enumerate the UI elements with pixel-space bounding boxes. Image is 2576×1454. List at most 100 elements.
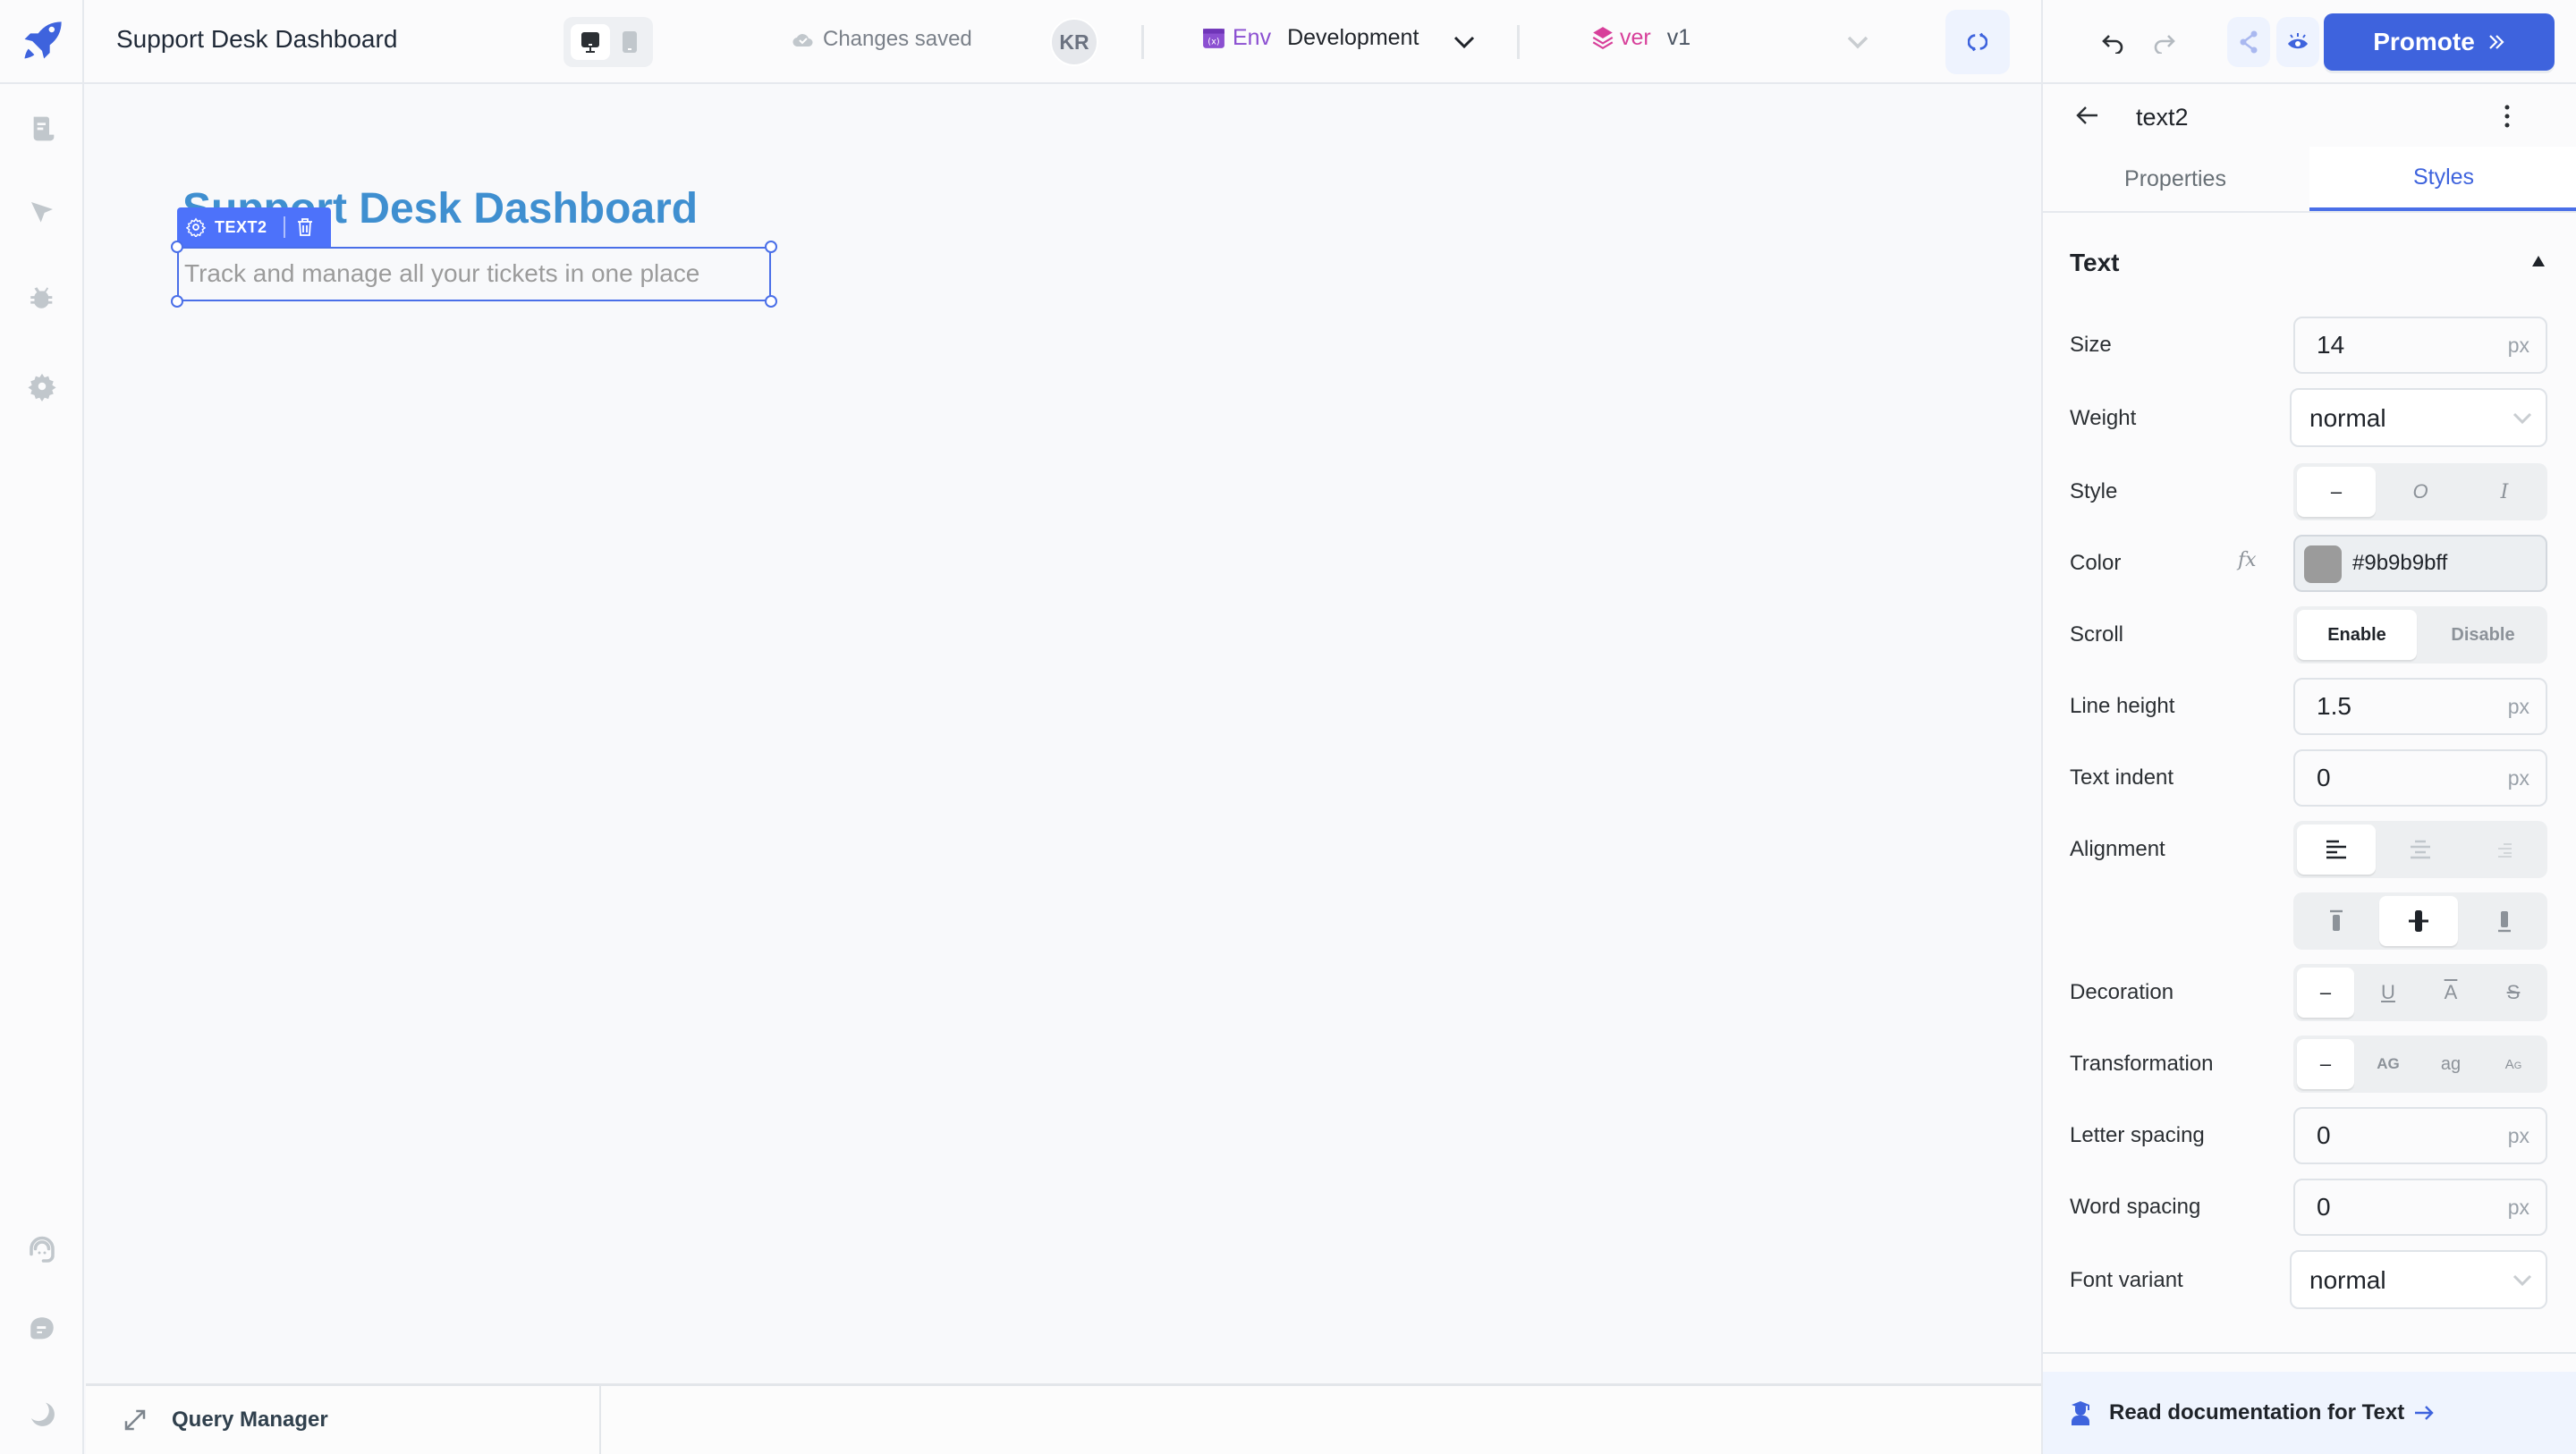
refresh-icon <box>1968 32 1987 52</box>
tag-separator <box>283 216 285 238</box>
tab-properties[interactable]: Properties <box>2043 147 2308 211</box>
chevron-down-icon <box>2512 1274 2532 1287</box>
arrow-right-icon <box>2415 1406 2434 1420</box>
align-bottom-button[interactable] <box>2465 896 2544 946</box>
sidebar-item-comments[interactable] <box>24 1311 60 1347</box>
style-option-italic[interactable]: I <box>2465 467 2544 517</box>
align-left-icon <box>2326 840 2346 859</box>
selected-component-tag[interactable]: TEXT2 <box>177 207 331 247</box>
share-button[interactable] <box>2227 17 2270 67</box>
env-chevron-down-icon[interactable] <box>1453 34 1476 50</box>
style-option-normal[interactable]: – <box>2297 467 2376 517</box>
weight-label: Weight <box>2070 406 2137 430</box>
horizontal-alignment-control <box>2293 821 2547 878</box>
trash-icon[interactable] <box>296 217 314 237</box>
app-canvas[interactable]: Support Desk Dashboard TEXT2 Track and m… <box>86 86 2041 1383</box>
size-label: Size <box>2070 333 2112 357</box>
documentation-link[interactable]: Read documentation for Text <box>2043 1372 2576 1454</box>
mobile-view-button[interactable] <box>610 24 649 60</box>
text-indent-input[interactable]: px <box>2293 749 2547 807</box>
word-spacing-input[interactable]: px <box>2293 1179 2547 1236</box>
align-center-button[interactable] <box>2381 824 2460 875</box>
desktop-icon <box>581 32 599 53</box>
cloud-check-icon <box>792 34 813 47</box>
align-right-button[interactable] <box>2465 824 2544 875</box>
query-manager-toggle[interactable]: Query Manager <box>86 1386 601 1454</box>
fx-toggle[interactable]: fx <box>2238 549 2257 571</box>
scroll-option-enable[interactable]: Enable <box>2297 610 2417 660</box>
undo-button[interactable] <box>2097 27 2129 59</box>
tab-styles[interactable]: Styles <box>2309 147 2576 211</box>
more-options-icon[interactable] <box>2503 104 2512 129</box>
resize-handle-top-right[interactable] <box>765 241 777 253</box>
color-swatch[interactable] <box>2304 545 2342 583</box>
save-status-text: Changes saved <box>823 27 972 51</box>
sidebar-item-pages[interactable] <box>24 111 60 147</box>
header-divider <box>1517 25 1520 59</box>
left-sidebar <box>0 0 84 1454</box>
version-selector[interactable]: ver v1 <box>1591 25 1690 51</box>
color-picker[interactable]: #9b9b9bff <box>2293 535 2547 592</box>
gear-icon <box>28 373 56 402</box>
collapse-triangle-icon[interactable] <box>2530 254 2546 268</box>
align-right-icon <box>2498 843 2512 858</box>
section-title-text: Text <box>2070 249 2120 276</box>
app-logo[interactable] <box>0 0 84 84</box>
align-left-button[interactable] <box>2297 824 2376 875</box>
transform-none[interactable]: – <box>2297 1039 2354 1089</box>
align-middle-button[interactable] <box>2379 896 2458 946</box>
word-spacing-label: Word spacing <box>2070 1195 2201 1219</box>
app-title[interactable]: Support Desk Dashboard <box>116 25 397 54</box>
transform-uppercase[interactable]: AG <box>2360 1039 2417 1089</box>
decoration-strikethrough[interactable]: S <box>2485 968 2542 1018</box>
decoration-underline[interactable]: U <box>2360 968 2417 1018</box>
theme-toggle[interactable] <box>24 1397 60 1433</box>
transform-capitalize[interactable]: Ag <box>2485 1039 2542 1089</box>
transform-lowercase[interactable]: ag <box>2422 1039 2479 1089</box>
sidebar-item-debugger[interactable] <box>24 281 60 317</box>
letter-spacing-label: Letter spacing <box>2070 1123 2205 1147</box>
style-label: Style <box>2070 479 2118 503</box>
letter-spacing-input[interactable]: px <box>2293 1107 2547 1164</box>
version-label: ver <box>1620 25 1651 50</box>
sidebar-item-support[interactable] <box>24 1232 60 1268</box>
selected-text-component[interactable]: Track and manage all your tickets in one… <box>171 241 777 308</box>
word-spacing-value[interactable] <box>2317 1193 2478 1222</box>
scroll-label: Scroll <box>2070 622 2124 647</box>
resize-handle-bottom-left[interactable] <box>171 295 183 308</box>
line-height-input[interactable]: px <box>2293 678 2547 735</box>
sidebar-item-inspector[interactable] <box>24 195 60 231</box>
version-chevron-down-icon[interactable] <box>1846 34 1869 50</box>
size-value[interactable] <box>2317 331 2478 359</box>
letter-spacing-value[interactable] <box>2317 1121 2478 1150</box>
redo-button[interactable] <box>2148 27 2181 59</box>
text-indent-value[interactable] <box>2317 764 2478 792</box>
back-arrow-icon[interactable] <box>2075 104 2100 127</box>
font-variant-select[interactable]: normal <box>2290 1250 2547 1309</box>
resize-handle-bottom-right[interactable] <box>765 295 777 308</box>
scroll-option-disable[interactable]: Disable <box>2422 610 2544 660</box>
query-manager-label: Query Manager <box>172 1408 328 1432</box>
style-option-oblique[interactable]: O <box>2381 467 2460 517</box>
preview-button[interactable] <box>2276 17 2319 67</box>
line-height-value[interactable] <box>2317 692 2478 721</box>
sync-button[interactable] <box>1945 10 2010 74</box>
decoration-none[interactable]: – <box>2297 968 2354 1018</box>
align-top-button[interactable] <box>2297 896 2376 946</box>
settings-icon[interactable] <box>186 217 206 237</box>
desktop-view-button[interactable] <box>571 24 610 60</box>
text-indent-label: Text indent <box>2070 765 2174 790</box>
env-value: Development <box>1287 25 1419 50</box>
weight-select[interactable]: normal <box>2290 388 2547 447</box>
text-indent-unit: px <box>2507 766 2529 790</box>
decoration-overline[interactable]: A <box>2422 968 2479 1018</box>
component-name[interactable]: text2 <box>2136 104 2189 131</box>
size-input[interactable]: px <box>2293 317 2547 374</box>
sidebar-item-settings[interactable] <box>24 368 60 404</box>
promote-button[interactable]: Promote <box>2324 13 2555 71</box>
environment-selector[interactable]: (x) Env Development <box>1202 25 1419 51</box>
user-avatar[interactable]: KR <box>1050 18 1098 66</box>
resize-handle-top-left[interactable] <box>171 241 183 253</box>
scroll-segmented-control: Enable Disable <box>2293 606 2547 664</box>
align-center-icon <box>2411 840 2430 859</box>
